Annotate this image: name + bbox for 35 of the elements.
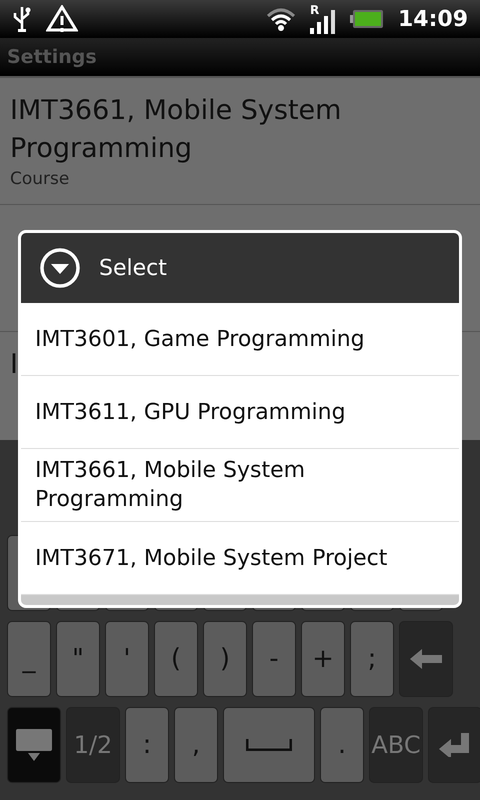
keyboard-key[interactable]: _ [7,621,51,697]
keyboard-key[interactable]: : [125,707,169,783]
keyboard-icon [15,728,53,762]
wifi-icon [266,7,296,31]
option-item[interactable]: IMT3611, GPU Programming [21,376,459,449]
keyboard-key[interactable]: " [56,621,100,697]
dropdown-icon [39,247,81,289]
roaming-indicator: R [310,4,320,16]
keyboard-key[interactable]: ; [350,621,394,697]
screen-title: Settings [7,46,97,68]
keyboard-key[interactable]: , [174,707,218,783]
battery-icon [350,9,384,29]
backspace-key[interactable] [399,621,453,697]
usb-icon [12,5,32,33]
space-icon [246,739,292,751]
keyboard-key[interactable]: + [301,621,345,697]
keyboard-key[interactable]: ABC [369,707,423,783]
option-item[interactable]: IMT3661, Mobile System Programming [21,449,459,522]
preference-summary: Course [10,168,70,190]
keyboard-key[interactable]: . [320,707,364,783]
option-item[interactable]: IMT3601, Game Programming [21,303,459,376]
warning-icon [46,5,78,33]
dialog-title: Select [99,256,167,280]
enter-icon [439,733,471,757]
preference-title[interactable]: IMT3661, Mobile System Programming [10,92,470,168]
hide-keyboard-key[interactable] [7,707,61,783]
keyboard-key[interactable]: ( [154,621,198,697]
space-key[interactable] [223,707,315,783]
keyboard-key[interactable]: 1/2 [66,707,120,783]
keyboard-key[interactable]: ' [105,621,149,697]
keyboard-key[interactable]: ) [203,621,247,697]
clock-time: 14:09 [398,6,468,32]
keyboard-key[interactable]: - [252,621,296,697]
enter-key[interactable] [428,707,480,783]
backspace-icon [410,649,442,669]
